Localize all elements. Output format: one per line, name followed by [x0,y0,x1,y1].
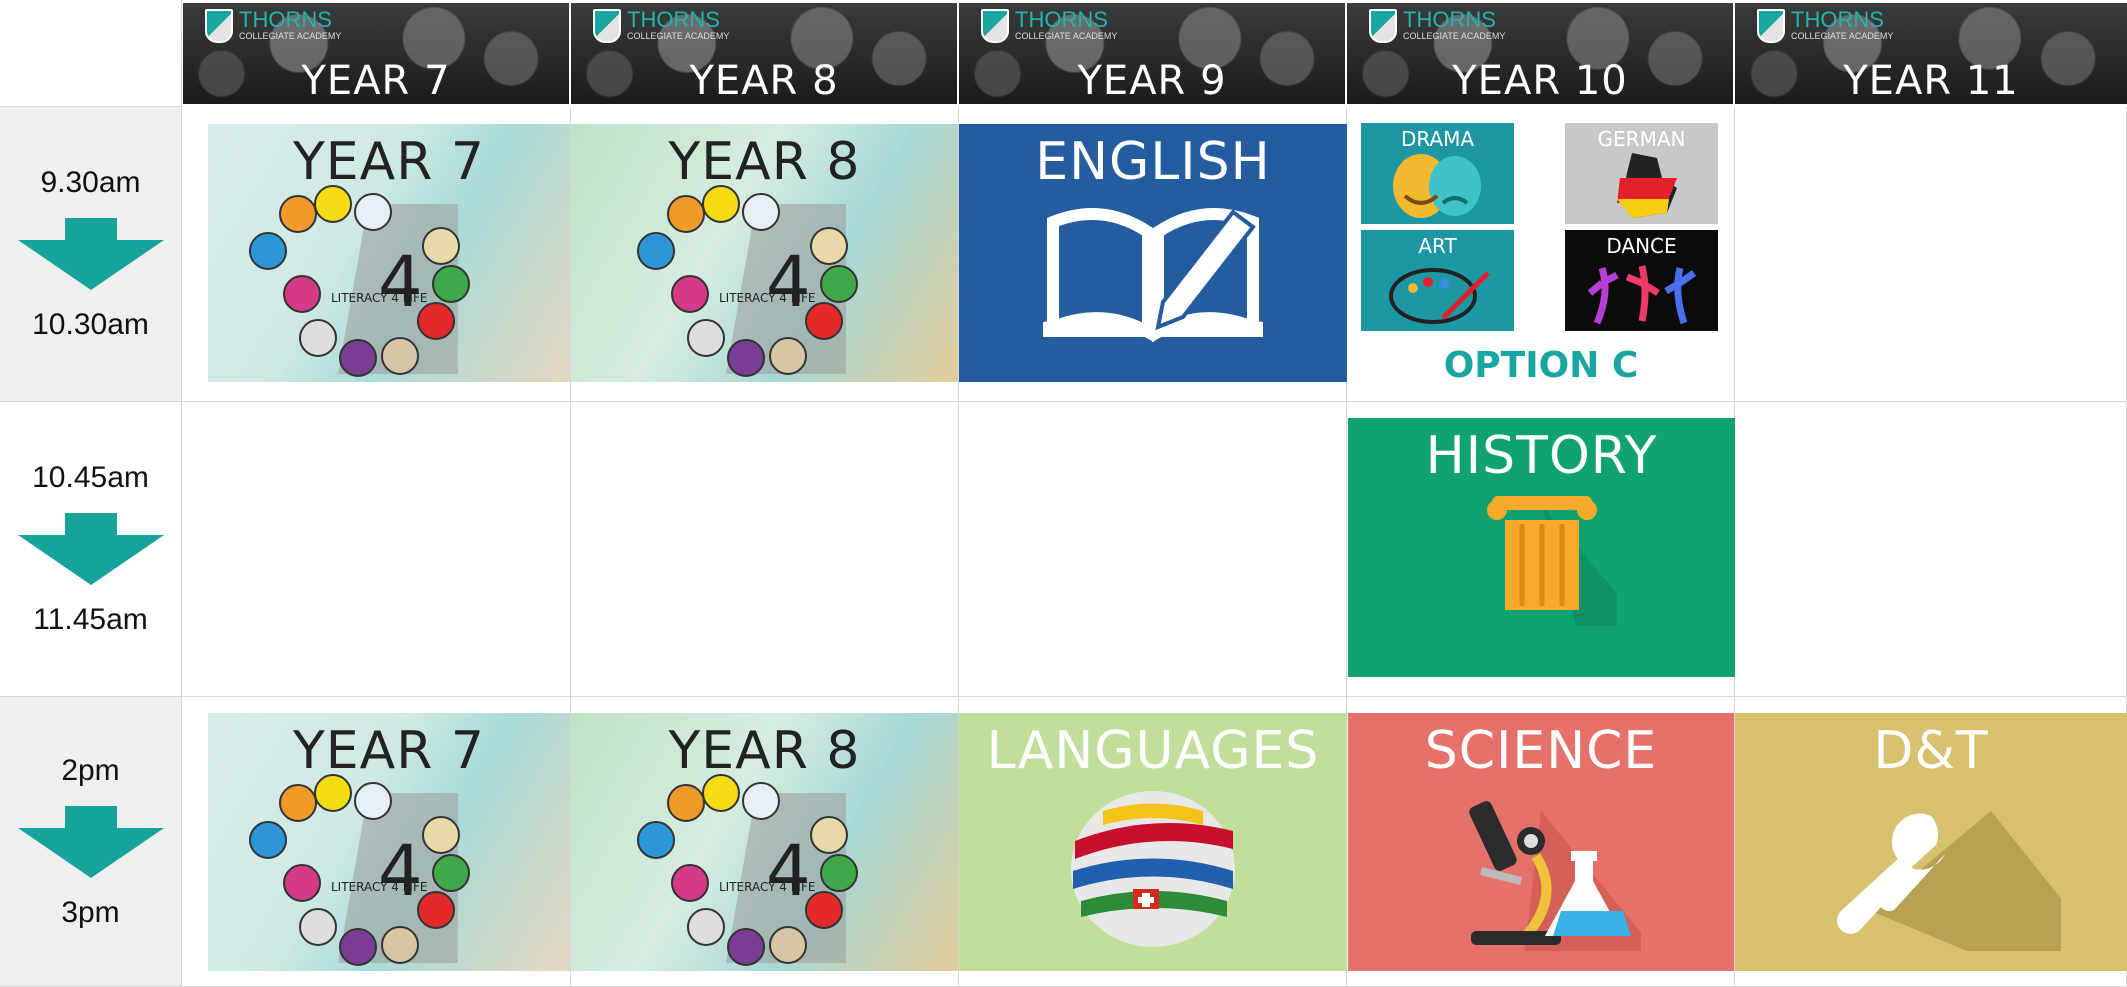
year-heading: YEAR 9 [1077,58,1227,104]
tile-title: LANGUAGES [986,721,1320,781]
banner-year11: THORNS COLLEGIATE ACADEMY YEAR 11 [1735,3,2127,104]
year-heading: YEAR 10 [1452,58,1628,104]
literacy-wheel-icon: 4 LITERACY 4 LIFE [249,774,470,966]
banner-year10: THORNS COLLEGIATE ACADEMY YEAR 10 [1347,3,1733,104]
palette-icon [1388,268,1490,324]
arrow-down-icon [17,218,164,290]
flag-globe-icon [1071,791,1235,947]
banner-year7: THORNS COLLEGIATE ACADEMY YEAR 7 [183,3,569,104]
cell [182,402,571,697]
literacy-number: 4 [378,241,423,323]
option-label: ART [1418,234,1457,258]
microscope-flask-icon [1469,801,1641,951]
end-time: 11.45am [33,603,148,636]
cell [571,402,959,697]
brand-sub: COLLEGIATE ACADEMY [627,31,730,41]
literacy-wheel-icon: 4 LITERACY 4 LIFE [249,185,470,377]
literacy-label: LITERACY 4 LIFE [719,291,815,305]
year-heading: YEAR 7 [301,58,451,104]
end-time: 3pm [61,895,120,929]
start-time: 9.30am [40,166,141,199]
option-dance[interactable]: DANCE [1565,230,1718,331]
tile-title: HISTORY [1425,426,1658,486]
dt-tile[interactable]: D&T [1735,713,2127,971]
literacy-number: 4 [766,830,811,912]
year-heading: YEAR 11 [1843,58,2019,104]
english-tile[interactable]: ENGLISH [959,124,1347,382]
brand-name: THORNS [627,7,720,32]
brand-sub: COLLEGIATE ACADEMY [1791,31,1894,41]
arrow-down-icon [17,805,164,878]
brand-name: THORNS [1791,7,1884,32]
banner-year9: THORNS COLLEGIATE ACADEMY YEAR 9 [959,3,1345,104]
banner-year8: THORNS COLLEGIATE ACADEMY YEAR 8 [571,3,957,104]
corner-cell [0,0,182,107]
book-pencil-icon [1043,208,1263,342]
cell [1735,107,2127,402]
school-crest-icon [593,9,621,43]
time-slot-2: 10.45am 11.45am [0,402,182,697]
brand-sub: COLLEGIATE ACADEMY [239,31,342,41]
option-c-caption: OPTION C [1443,345,1639,386]
literacy-number: 4 [766,241,811,323]
time-slot-3: 2pm 3pm [0,697,182,987]
literacy-label: LITERACY 4 LIFE [331,291,427,305]
tile-title: SCIENCE [1424,721,1658,781]
literacy-number: 4 [378,830,423,912]
tile-title: ENGLISH [1035,132,1271,192]
arrow-down-icon [17,513,164,585]
option-german[interactable]: GERMAN [1565,123,1718,224]
literacy-wheel-icon: 4 LITERACY 4 LIFE [637,774,858,966]
school-crest-icon [981,9,1009,43]
brand-sub: COLLEGIATE ACADEMY [1015,31,1118,41]
literacy-wheel-icon: 4 LITERACY 4 LIFE [637,185,858,377]
cell [1735,402,2127,697]
literacy-tile-year7-pm[interactable]: YEAR 7 4 LITERACY 4 LIFE [208,713,570,971]
school-crest-icon [205,9,233,43]
literacy-label: LITERACY 4 LIFE [719,880,815,894]
literacy-tile-year7[interactable]: YEAR 7 4 LITERACY 4 LIFE [208,124,570,382]
literacy-tile-year8-pm[interactable]: YEAR 8 4 LITERACY 4 LIFE [571,713,958,971]
end-time: 10.30am [32,308,149,341]
brand-name: THORNS [1403,7,1496,32]
option-label: DRAMA [1400,127,1475,151]
option-art[interactable]: ART [1361,230,1514,331]
option-label: GERMAN [1597,127,1686,151]
brand-name: THORNS [1015,7,1108,32]
school-crest-icon [1757,9,1785,43]
science-tile[interactable]: SCIENCE [1348,713,1734,971]
timetable: THORNS COLLEGIATE ACADEMY YEAR 7 THORNS CO… [0,0,2127,987]
literacy-label: LITERACY 4 LIFE [331,880,427,894]
cell [959,402,1347,697]
column-icon [1486,496,1617,626]
dancers-icon [1587,265,1696,325]
option-drama[interactable]: DRAMA [1361,123,1514,224]
history-tile[interactable]: HISTORY [1348,418,1735,677]
brand-name: THORNS [239,7,332,32]
start-time: 2pm [61,753,120,787]
brand-sub: COLLEGIATE ACADEMY [1403,31,1506,41]
option-label: DANCE [1606,234,1677,258]
tile-title: D&T [1873,721,1989,781]
year-heading: YEAR 8 [689,58,839,104]
literacy-tile-year8[interactable]: YEAR 8 4 LITERACY 4 LIFE [571,124,958,382]
school-crest-icon [1369,9,1397,43]
start-time: 10.45am [32,461,149,494]
drama-masks-icon [1392,154,1481,218]
wrench-icon [1837,811,2061,951]
languages-tile[interactable]: LANGUAGES [959,713,1347,971]
germany-map-icon [1616,153,1677,218]
time-slot-1: 9.30am 10.30am [0,107,182,402]
